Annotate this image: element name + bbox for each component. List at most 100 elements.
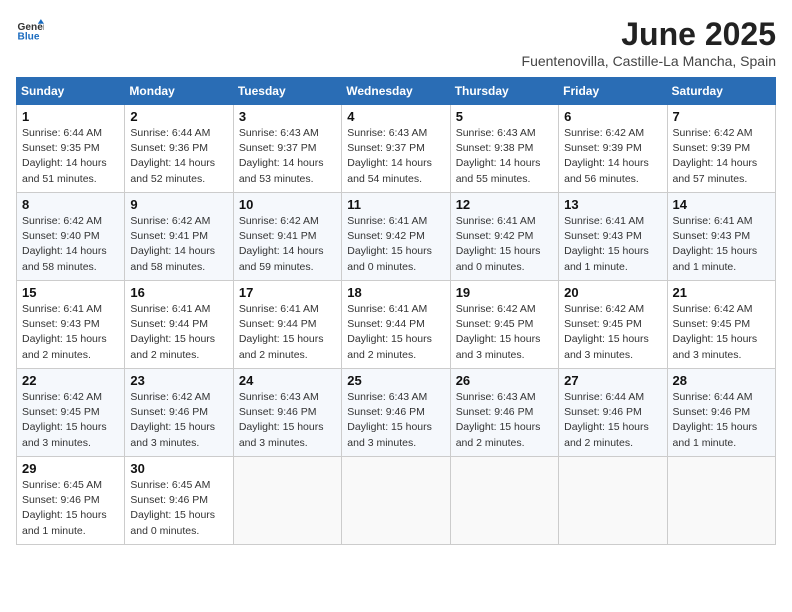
day-info: Sunrise: 6:41 AMSunset: 9:43 PMDaylight:… xyxy=(564,214,661,275)
calendar-cell: 2 Sunrise: 6:44 AMSunset: 9:36 PMDayligh… xyxy=(125,105,233,193)
day-info: Sunrise: 6:41 AMSunset: 9:42 PMDaylight:… xyxy=(456,214,553,275)
calendar-cell: 7 Sunrise: 6:42 AMSunset: 9:39 PMDayligh… xyxy=(667,105,775,193)
calendar-cell xyxy=(233,457,341,545)
day-info: Sunrise: 6:41 AMSunset: 9:42 PMDaylight:… xyxy=(347,214,444,275)
day-number: 4 xyxy=(347,109,444,124)
calendar-cell xyxy=(450,457,558,545)
logo-icon: General Blue xyxy=(16,16,44,44)
calendar-cell: 11 Sunrise: 6:41 AMSunset: 9:42 PMDaylig… xyxy=(342,193,450,281)
calendar-table: SundayMondayTuesdayWednesdayThursdayFrid… xyxy=(16,77,776,545)
day-info: Sunrise: 6:43 AMSunset: 9:46 PMDaylight:… xyxy=(239,390,336,451)
weekday-header-friday: Friday xyxy=(559,78,667,105)
day-number: 14 xyxy=(673,197,770,212)
calendar-cell: 6 Sunrise: 6:42 AMSunset: 9:39 PMDayligh… xyxy=(559,105,667,193)
day-number: 10 xyxy=(239,197,336,212)
calendar-row: 15 Sunrise: 6:41 AMSunset: 9:43 PMDaylig… xyxy=(17,281,776,369)
calendar-cell: 16 Sunrise: 6:41 AMSunset: 9:44 PMDaylig… xyxy=(125,281,233,369)
calendar-cell: 4 Sunrise: 6:43 AMSunset: 9:37 PMDayligh… xyxy=(342,105,450,193)
calendar-row: 29 Sunrise: 6:45 AMSunset: 9:46 PMDaylig… xyxy=(17,457,776,545)
day-info: Sunrise: 6:42 AMSunset: 9:40 PMDaylight:… xyxy=(22,214,119,275)
day-number: 17 xyxy=(239,285,336,300)
day-number: 30 xyxy=(130,461,227,476)
day-info: Sunrise: 6:42 AMSunset: 9:41 PMDaylight:… xyxy=(239,214,336,275)
day-info: Sunrise: 6:41 AMSunset: 9:43 PMDaylight:… xyxy=(22,302,119,363)
calendar-cell: 17 Sunrise: 6:41 AMSunset: 9:44 PMDaylig… xyxy=(233,281,341,369)
day-number: 3 xyxy=(239,109,336,124)
day-info: Sunrise: 6:42 AMSunset: 9:41 PMDaylight:… xyxy=(130,214,227,275)
day-number: 21 xyxy=(673,285,770,300)
calendar-cell: 24 Sunrise: 6:43 AMSunset: 9:46 PMDaylig… xyxy=(233,369,341,457)
day-number: 18 xyxy=(347,285,444,300)
calendar-cell: 21 Sunrise: 6:42 AMSunset: 9:45 PMDaylig… xyxy=(667,281,775,369)
day-info: Sunrise: 6:44 AMSunset: 9:36 PMDaylight:… xyxy=(130,126,227,187)
day-number: 9 xyxy=(130,197,227,212)
weekday-header-monday: Monday xyxy=(125,78,233,105)
day-info: Sunrise: 6:41 AMSunset: 9:43 PMDaylight:… xyxy=(673,214,770,275)
day-info: Sunrise: 6:42 AMSunset: 9:39 PMDaylight:… xyxy=(564,126,661,187)
weekday-header-thursday: Thursday xyxy=(450,78,558,105)
day-number: 19 xyxy=(456,285,553,300)
day-info: Sunrise: 6:43 AMSunset: 9:46 PMDaylight:… xyxy=(456,390,553,451)
calendar-cell: 30 Sunrise: 6:45 AMSunset: 9:46 PMDaylig… xyxy=(125,457,233,545)
weekday-header-row: SundayMondayTuesdayWednesdayThursdayFrid… xyxy=(17,78,776,105)
calendar-cell: 23 Sunrise: 6:42 AMSunset: 9:46 PMDaylig… xyxy=(125,369,233,457)
day-number: 6 xyxy=(564,109,661,124)
calendar-cell: 13 Sunrise: 6:41 AMSunset: 9:43 PMDaylig… xyxy=(559,193,667,281)
calendar-cell: 5 Sunrise: 6:43 AMSunset: 9:38 PMDayligh… xyxy=(450,105,558,193)
calendar-cell: 1 Sunrise: 6:44 AMSunset: 9:35 PMDayligh… xyxy=(17,105,125,193)
calendar-cell: 25 Sunrise: 6:43 AMSunset: 9:46 PMDaylig… xyxy=(342,369,450,457)
day-info: Sunrise: 6:42 AMSunset: 9:45 PMDaylight:… xyxy=(673,302,770,363)
day-info: Sunrise: 6:42 AMSunset: 9:45 PMDaylight:… xyxy=(564,302,661,363)
title-area: June 2025 Fuentenovilla, Castille-La Man… xyxy=(522,16,776,69)
weekday-header-wednesday: Wednesday xyxy=(342,78,450,105)
day-info: Sunrise: 6:41 AMSunset: 9:44 PMDaylight:… xyxy=(347,302,444,363)
calendar-cell: 19 Sunrise: 6:42 AMSunset: 9:45 PMDaylig… xyxy=(450,281,558,369)
day-number: 29 xyxy=(22,461,119,476)
day-info: Sunrise: 6:43 AMSunset: 9:38 PMDaylight:… xyxy=(456,126,553,187)
weekday-header-tuesday: Tuesday xyxy=(233,78,341,105)
day-info: Sunrise: 6:44 AMSunset: 9:35 PMDaylight:… xyxy=(22,126,119,187)
day-number: 22 xyxy=(22,373,119,388)
day-number: 11 xyxy=(347,197,444,212)
calendar-cell: 22 Sunrise: 6:42 AMSunset: 9:45 PMDaylig… xyxy=(17,369,125,457)
calendar-cell xyxy=(667,457,775,545)
day-number: 25 xyxy=(347,373,444,388)
calendar-cell xyxy=(559,457,667,545)
day-info: Sunrise: 6:42 AMSunset: 9:46 PMDaylight:… xyxy=(130,390,227,451)
day-info: Sunrise: 6:43 AMSunset: 9:37 PMDaylight:… xyxy=(239,126,336,187)
calendar-cell: 20 Sunrise: 6:42 AMSunset: 9:45 PMDaylig… xyxy=(559,281,667,369)
calendar-cell: 26 Sunrise: 6:43 AMSunset: 9:46 PMDaylig… xyxy=(450,369,558,457)
day-number: 27 xyxy=(564,373,661,388)
weekday-header-sunday: Sunday xyxy=(17,78,125,105)
day-info: Sunrise: 6:44 AMSunset: 9:46 PMDaylight:… xyxy=(564,390,661,451)
calendar-cell xyxy=(342,457,450,545)
day-number: 24 xyxy=(239,373,336,388)
weekday-header-saturday: Saturday xyxy=(667,78,775,105)
page-header: General Blue June 2025 Fuentenovilla, Ca… xyxy=(16,16,776,69)
calendar-cell: 18 Sunrise: 6:41 AMSunset: 9:44 PMDaylig… xyxy=(342,281,450,369)
day-info: Sunrise: 6:42 AMSunset: 9:45 PMDaylight:… xyxy=(456,302,553,363)
calendar-cell: 15 Sunrise: 6:41 AMSunset: 9:43 PMDaylig… xyxy=(17,281,125,369)
calendar-cell: 14 Sunrise: 6:41 AMSunset: 9:43 PMDaylig… xyxy=(667,193,775,281)
day-info: Sunrise: 6:41 AMSunset: 9:44 PMDaylight:… xyxy=(239,302,336,363)
day-info: Sunrise: 6:41 AMSunset: 9:44 PMDaylight:… xyxy=(130,302,227,363)
day-number: 5 xyxy=(456,109,553,124)
day-info: Sunrise: 6:43 AMSunset: 9:37 PMDaylight:… xyxy=(347,126,444,187)
calendar-row: 8 Sunrise: 6:42 AMSunset: 9:40 PMDayligh… xyxy=(17,193,776,281)
day-info: Sunrise: 6:44 AMSunset: 9:46 PMDaylight:… xyxy=(673,390,770,451)
day-number: 15 xyxy=(22,285,119,300)
logo: General Blue xyxy=(16,16,44,44)
calendar-cell: 29 Sunrise: 6:45 AMSunset: 9:46 PMDaylig… xyxy=(17,457,125,545)
day-number: 16 xyxy=(130,285,227,300)
calendar-cell: 12 Sunrise: 6:41 AMSunset: 9:42 PMDaylig… xyxy=(450,193,558,281)
day-number: 26 xyxy=(456,373,553,388)
day-number: 28 xyxy=(673,373,770,388)
calendar-cell: 28 Sunrise: 6:44 AMSunset: 9:46 PMDaylig… xyxy=(667,369,775,457)
day-number: 12 xyxy=(456,197,553,212)
day-number: 2 xyxy=(130,109,227,124)
calendar-cell: 27 Sunrise: 6:44 AMSunset: 9:46 PMDaylig… xyxy=(559,369,667,457)
calendar-row: 1 Sunrise: 6:44 AMSunset: 9:35 PMDayligh… xyxy=(17,105,776,193)
day-info: Sunrise: 6:42 AMSunset: 9:45 PMDaylight:… xyxy=(22,390,119,451)
day-info: Sunrise: 6:43 AMSunset: 9:46 PMDaylight:… xyxy=(347,390,444,451)
calendar-cell: 8 Sunrise: 6:42 AMSunset: 9:40 PMDayligh… xyxy=(17,193,125,281)
